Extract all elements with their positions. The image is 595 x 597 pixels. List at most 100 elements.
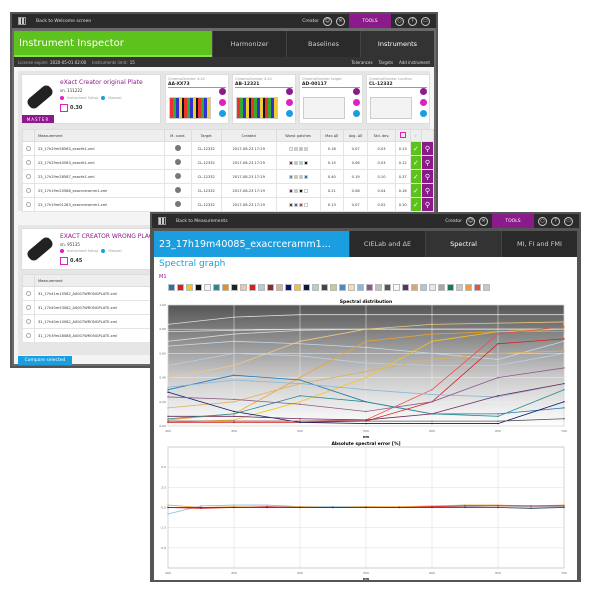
patch-toggle[interactable] [321, 284, 328, 291]
remove-icon[interactable] [286, 99, 293, 106]
patch-toggle[interactable] [474, 284, 481, 291]
settings-icon[interactable]: ✕ [479, 216, 488, 226]
col-measurement[interactable]: Measurement [34, 129, 165, 142]
remove-icon[interactable] [219, 99, 226, 106]
target-card[interactable]: ChromaChecker target AD-00117 [299, 74, 363, 124]
patch-toggle[interactable] [420, 284, 427, 291]
inspect-button[interactable]: ⚲ [421, 141, 434, 156]
inspect-button[interactable]: ⚲ [421, 197, 434, 212]
table-row[interactable]: 23_17h29m58563_exacfe1.xml CL-12332 2017… [22, 141, 434, 156]
row-radio[interactable] [26, 290, 31, 296]
patch-toggle[interactable] [357, 284, 364, 291]
patch-toggle[interactable] [402, 284, 409, 291]
row-radio[interactable] [26, 173, 31, 179]
row-radio[interactable] [26, 145, 31, 151]
patch-toggle[interactable] [465, 284, 472, 291]
patch-toggle[interactable] [411, 284, 418, 291]
manual-link[interactable]: Manual [108, 96, 121, 100]
patch-toggle[interactable] [393, 284, 400, 291]
compare-selected-button[interactable]: Compare selected [18, 356, 72, 365]
measurement-file[interactable]: 23_17h19m20588_exacrceramm1.xml [34, 183, 165, 198]
targets-link[interactable]: Targets [379, 60, 393, 65]
account-icon[interactable]: ○ [395, 16, 404, 26]
patch-toggle[interactable] [195, 284, 202, 291]
row-radio[interactable] [26, 159, 31, 165]
remove-icon[interactable] [353, 99, 360, 106]
tab-baselines[interactable]: Baselines [286, 31, 360, 57]
patch-toggle[interactable] [348, 284, 355, 291]
patch-toggle[interactable] [294, 284, 301, 291]
patch-toggle[interactable] [258, 284, 265, 291]
cart-icon[interactable]: ▭ [564, 216, 573, 226]
row-radio[interactable] [26, 318, 31, 324]
patch-toggle[interactable] [267, 284, 274, 291]
help-icon[interactable]: ? [408, 16, 417, 26]
patch-toggle[interactable] [438, 284, 445, 291]
inspect-icon[interactable] [353, 88, 360, 95]
patch-toggle[interactable] [168, 284, 175, 291]
col-created[interactable]: Created [220, 129, 277, 142]
manual-link-2[interactable]: Manual [108, 249, 121, 253]
tools-button[interactable]: TOOLS [492, 214, 534, 228]
tab-cielab[interactable]: CIELab and ΔE [349, 231, 425, 257]
info-icon[interactable] [219, 110, 226, 117]
instrument-setup-link[interactable]: Instrument Setup [67, 96, 98, 100]
patch-toggle[interactable] [312, 284, 319, 291]
col-max[interactable]: Max ΔE [319, 129, 345, 142]
patch-toggle[interactable] [384, 284, 391, 291]
patch-toggle[interactable] [375, 284, 382, 291]
col-mcond[interactable]: M. cond. [164, 129, 192, 142]
tab-mi-fi-fmi[interactable]: MI, FI and FMI [501, 231, 577, 257]
row-radio[interactable] [26, 332, 31, 338]
measurement-file[interactable]: 23_17h29m58563_exacfe1.xml [34, 141, 165, 156]
target-card[interactable]: ChromaChecker X-42 AB-12321 [232, 74, 296, 124]
info-icon[interactable] [353, 110, 360, 117]
table-row[interactable]: 23_17h29m40563_exacfe1.xml CL-12332 2017… [22, 155, 434, 170]
col-target[interactable]: Target [190, 129, 222, 142]
row-radio[interactable] [26, 201, 31, 207]
info-icon[interactable] [420, 110, 427, 117]
tolerances-link[interactable]: Tolerances [351, 60, 372, 65]
settings-icon[interactable]: ✕ [336, 16, 345, 26]
patch-toggle[interactable] [483, 284, 490, 291]
tab-harmonizer[interactable]: Harmonizer [212, 31, 286, 57]
inspect-icon[interactable] [286, 88, 293, 95]
table-row[interactable]: 23_17h19m01283_exacrceramm1.xml CL-12332… [22, 197, 434, 212]
back-link[interactable]: Back to Welcome screen [36, 19, 91, 24]
col-avg[interactable]: Avg. ΔE [343, 129, 369, 142]
target-card[interactable]: ChromaChecker X-42 AA-XX73 [165, 74, 229, 124]
measurement-file[interactable]: 23_17h19m01283_exacrceramm1.xml [34, 197, 165, 212]
patch-toggle[interactable] [456, 284, 463, 291]
table-row[interactable]: 23_17h19m20588_exacrceramm1.xml CL-12332… [22, 183, 434, 198]
patch-toggle[interactable] [447, 284, 454, 291]
patch-toggle[interactable] [249, 284, 256, 291]
inspect-button[interactable]: ⚲ [421, 155, 434, 170]
tab-spectral[interactable]: Spectral [425, 231, 501, 257]
instrument-setup-link-2[interactable]: Instrument Setup [67, 249, 98, 253]
patch-toggle[interactable] [429, 284, 436, 291]
remove-icon[interactable] [420, 99, 427, 106]
inspect-icon[interactable] [420, 88, 427, 95]
patch-toggle[interactable] [186, 284, 193, 291]
inspect-icon[interactable] [219, 88, 226, 95]
patch-toggle[interactable] [204, 284, 211, 291]
patch-toggle[interactable] [222, 284, 229, 291]
back-link[interactable]: Back to Measurements [176, 219, 228, 224]
user-icon[interactable]: ☺ [323, 16, 332, 26]
patch-toggle[interactable] [303, 284, 310, 291]
patch-toggle[interactable] [339, 284, 346, 291]
apps-grid-icon[interactable] [18, 17, 26, 25]
table-row[interactable]: 23_17h29m28587_exacfe1.xml CL-12332 2017… [22, 169, 434, 184]
patch-toggle[interactable] [213, 284, 220, 291]
target-card[interactable]: ChromaChecker Luckton CL-12332 [366, 74, 430, 124]
cart-icon[interactable]: ▭ [421, 16, 430, 26]
patch-toggle[interactable] [276, 284, 283, 291]
patch-toggle[interactable] [330, 284, 337, 291]
patch-toggle[interactable] [231, 284, 238, 291]
tab-instruments[interactable]: Instruments [360, 31, 434, 57]
col-worst[interactable]: Worst patches [275, 129, 321, 142]
patch-toggle[interactable] [177, 284, 184, 291]
info-icon[interactable] [286, 110, 293, 117]
patch-toggle[interactable] [285, 284, 292, 291]
patch-toggle[interactable] [366, 284, 373, 291]
